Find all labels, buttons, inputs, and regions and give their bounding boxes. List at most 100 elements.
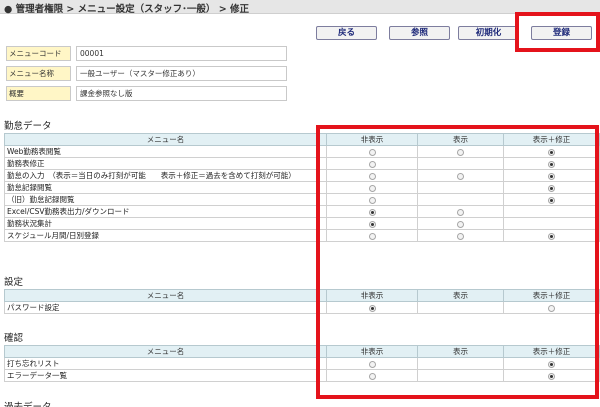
column-header-menu-name: メニュー名 bbox=[4, 289, 327, 302]
option-cell-show-edit bbox=[503, 205, 600, 218]
header-bar: ● 管理者権限 > メニュー設定（スタッフ･一般） > 修正 bbox=[0, 0, 600, 15]
option-cell-hidden bbox=[326, 193, 418, 206]
table-row: Excel/CSV勤務表出力/ダウンロード bbox=[4, 205, 600, 218]
option-cell-show-edit bbox=[503, 369, 600, 382]
column-header-hidden: 非表示 bbox=[326, 345, 418, 358]
option-cell-show bbox=[417, 301, 504, 314]
column-header-menu-name: メニュー名 bbox=[4, 345, 327, 358]
radio-show-edit[interactable] bbox=[548, 160, 555, 168]
option-cell-hidden bbox=[326, 169, 418, 182]
table-row: 勤怠記録閲覧 bbox=[4, 181, 600, 194]
column-header-menu-name: メニュー名 bbox=[4, 133, 327, 146]
section-title-settings: 設定 bbox=[4, 277, 24, 288]
option-cell-show bbox=[417, 357, 504, 370]
option-cell-show-edit bbox=[503, 229, 600, 242]
check-table: メニュー名 非表示 表示 表示＋修正 打ち忘れリスト エラーデータ一覧 bbox=[4, 345, 600, 382]
table-row: 勤務表修正 bbox=[4, 157, 600, 170]
radio-hidden[interactable] bbox=[368, 232, 376, 240]
option-cell-show bbox=[417, 181, 504, 194]
radio-hidden[interactable] bbox=[368, 184, 376, 192]
option-cell-show bbox=[417, 229, 504, 242]
radio-hidden[interactable] bbox=[368, 360, 376, 368]
table-row: 勤怠の入力 （表示＝当日のみ打刻が可能 表示＋修正＝過去を含めて打刻が可能） bbox=[4, 169, 600, 182]
table-row: Web勤務表閲覧 bbox=[4, 145, 600, 158]
option-cell-hidden bbox=[326, 229, 418, 242]
radio-hidden[interactable] bbox=[368, 304, 376, 312]
back-button[interactable]: 戻る bbox=[316, 26, 377, 40]
reset-button[interactable]: 初期化 bbox=[458, 26, 519, 40]
option-cell-show-edit bbox=[503, 169, 600, 182]
menu-name-cell: （旧）勤怠記録閲覧 bbox=[4, 193, 327, 206]
radio-show-edit[interactable] bbox=[548, 148, 555, 156]
radio-show[interactable] bbox=[457, 148, 464, 156]
column-header-show: 表示 bbox=[417, 289, 504, 302]
menu-name-cell: 勤務状況集計 bbox=[4, 217, 327, 230]
table-row: スケジュール月間/日別登録 bbox=[4, 229, 600, 242]
menu-name-cell: 勤怠の入力 （表示＝当日のみ打刻が可能 表示＋修正＝過去を含めて打刻が可能） bbox=[4, 169, 327, 182]
radio-show-edit[interactable] bbox=[548, 304, 555, 312]
section-title-attendance: 勤怠データ bbox=[4, 121, 52, 132]
menu-name-cell: Web勤務表閲覧 bbox=[4, 145, 327, 158]
option-cell-show-edit bbox=[503, 301, 600, 314]
radio-hidden[interactable] bbox=[368, 172, 376, 180]
radio-hidden[interactable] bbox=[368, 208, 376, 216]
radio-hidden[interactable] bbox=[368, 372, 376, 380]
option-cell-show bbox=[417, 369, 504, 382]
radio-show[interactable] bbox=[457, 220, 464, 228]
register-button[interactable]: 登録 bbox=[531, 26, 592, 40]
option-cell-hidden bbox=[326, 301, 418, 314]
table-row: 打ち忘れリスト bbox=[4, 357, 600, 370]
option-cell-show-edit bbox=[503, 157, 600, 170]
menu-name-cell: 打ち忘れリスト bbox=[4, 357, 327, 370]
option-cell-hidden bbox=[326, 205, 418, 218]
radio-show-edit[interactable] bbox=[548, 232, 555, 240]
column-header-show: 表示 bbox=[417, 345, 504, 358]
option-cell-show-edit bbox=[503, 181, 600, 194]
radio-show[interactable] bbox=[457, 232, 464, 240]
menu-name-field[interactable]: 一般ユーザー（マスター修正あり） bbox=[76, 66, 287, 81]
radio-hidden[interactable] bbox=[368, 196, 376, 204]
table-row: パスワード設定 bbox=[4, 301, 600, 314]
radio-show-edit[interactable] bbox=[548, 184, 555, 192]
table-row: エラーデータ一覧 bbox=[4, 369, 600, 382]
menu-name-cell: 勤怠記録閲覧 bbox=[4, 181, 327, 194]
section-title-check: 確認 bbox=[4, 333, 24, 344]
table-row: （旧）勤怠記録閲覧 bbox=[4, 193, 600, 206]
summary-field[interactable]: 課金参照なし版 bbox=[76, 86, 287, 101]
option-cell-hidden bbox=[326, 145, 418, 158]
summary-label: 概要 bbox=[6, 86, 71, 101]
radio-show-edit[interactable] bbox=[548, 360, 555, 368]
option-cell-hidden bbox=[326, 217, 418, 230]
radio-show[interactable] bbox=[457, 172, 464, 180]
option-cell-hidden bbox=[326, 369, 418, 382]
option-cell-show bbox=[417, 193, 504, 206]
menu-name-cell: エラーデータ一覧 bbox=[4, 369, 327, 382]
radio-show[interactable] bbox=[457, 208, 464, 216]
radio-hidden[interactable] bbox=[368, 160, 376, 168]
option-cell-hidden bbox=[326, 181, 418, 194]
column-header-show: 表示 bbox=[417, 133, 504, 146]
option-cell-show bbox=[417, 205, 504, 218]
menu-name-cell: Excel/CSV勤務表出力/ダウンロード bbox=[4, 205, 327, 218]
radio-show-edit[interactable] bbox=[548, 196, 555, 204]
column-header-show-edit: 表示＋修正 bbox=[503, 289, 600, 302]
option-cell-show bbox=[417, 217, 504, 230]
radio-hidden[interactable] bbox=[368, 148, 376, 156]
menu-name-cell: スケジュール月間/日別登録 bbox=[4, 229, 327, 242]
option-cell-hidden bbox=[326, 357, 418, 370]
browse-button[interactable]: 参照 bbox=[389, 26, 450, 40]
settings-table: メニュー名 非表示 表示 表示＋修正 パスワード設定 bbox=[4, 289, 600, 314]
menu-name-cell: パスワード設定 bbox=[4, 301, 327, 314]
radio-show-edit[interactable] bbox=[548, 172, 555, 180]
menu-code-field[interactable]: 00001 bbox=[76, 46, 287, 61]
menu-name-label: メニュー名称 bbox=[6, 66, 71, 81]
section-title-past-data: 過去データ bbox=[4, 399, 52, 407]
column-header-hidden: 非表示 bbox=[326, 289, 418, 302]
option-cell-show bbox=[417, 169, 504, 182]
radio-hidden[interactable] bbox=[368, 220, 376, 228]
column-header-show-edit: 表示＋修正 bbox=[503, 345, 600, 358]
option-cell-show-edit bbox=[503, 217, 600, 230]
menu-name-cell: 勤務表修正 bbox=[4, 157, 327, 170]
column-header-show-edit: 表示＋修正 bbox=[503, 133, 600, 146]
radio-show-edit[interactable] bbox=[548, 372, 555, 380]
